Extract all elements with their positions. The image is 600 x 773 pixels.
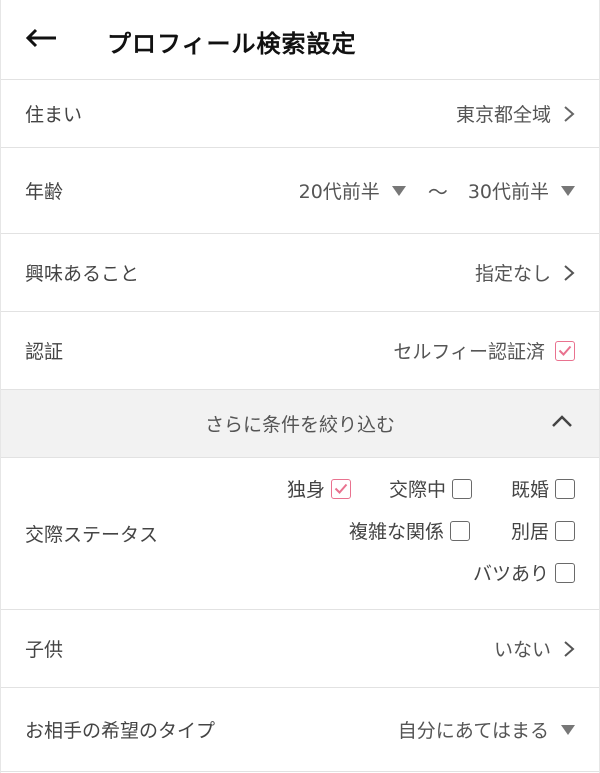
- age-to-select[interactable]: 30代前半: [468, 177, 575, 204]
- children-row[interactable]: 子供 いない: [1, 610, 599, 688]
- interests-row[interactable]: 興味あること 指定なし: [1, 234, 599, 312]
- status-single-checkbox[interactable]: [331, 478, 352, 499]
- chevron-right-icon: [564, 105, 575, 122]
- status-option-dating[interactable]: 交際中: [389, 475, 473, 502]
- status-divorced-checkbox[interactable]: [555, 562, 576, 583]
- chevron-right-icon: [564, 264, 575, 281]
- selfie-verified-checkbox[interactable]: [555, 340, 575, 361]
- check-icon: [558, 345, 572, 356]
- search-settings-screen: プロフィール検索設定 住まい 東京都全域 年齢 20代前半 〜 30代前半 興味…: [0, 0, 600, 773]
- children-value-text: いない: [493, 639, 551, 661]
- status-separated-checkbox[interactable]: [555, 520, 576, 541]
- status-dating-checkbox[interactable]: [452, 478, 473, 499]
- status-option-married[interactable]: 既婚: [511, 475, 576, 502]
- verification-label: 認証: [25, 341, 64, 363]
- preferred-type-row[interactable]: お相手の希望のタイプ 自分にあてはまる: [1, 688, 599, 772]
- status-married-checkbox[interactable]: [555, 478, 576, 499]
- refine-filters-label: さらに条件を絞り込む: [204, 414, 395, 436]
- chevron-right-icon: [564, 640, 575, 657]
- dropdown-triangle-icon: [391, 185, 406, 196]
- status-option-label: バツあり: [473, 563, 550, 585]
- interests-label: 興味あること: [25, 263, 140, 285]
- verification-row: 認証 セルフィー認証済: [1, 312, 599, 390]
- status-option-label: 別居: [511, 521, 550, 543]
- children-value: いない: [494, 635, 575, 662]
- age-range: 20代前半 〜 30代前半: [299, 176, 575, 205]
- residence-value: 東京都全域: [456, 100, 575, 127]
- age-to-value: 30代前半: [467, 181, 549, 203]
- age-from-select[interactable]: 20代前半: [299, 177, 406, 204]
- status-option-label: 独身: [287, 479, 326, 501]
- residence-label: 住まい: [25, 104, 83, 126]
- status-option-complicated[interactable]: 複雑な関係: [349, 517, 471, 544]
- selfie-verified-option[interactable]: セルフィー認証済: [393, 337, 575, 364]
- status-option-separated[interactable]: 別居: [511, 517, 576, 544]
- status-option-divorced[interactable]: バツあり: [473, 559, 576, 586]
- residence-row[interactable]: 住まい 東京都全域: [1, 80, 599, 148]
- page-title: プロフィール検索設定: [107, 30, 357, 58]
- preferred-type-select[interactable]: 自分にあてはまる: [398, 716, 575, 743]
- chevron-up-icon: [552, 415, 572, 427]
- interests-value-text: 指定なし: [474, 263, 551, 285]
- status-option-single[interactable]: 独身: [287, 475, 352, 502]
- selfie-verified-label: セルフィー認証済: [393, 341, 545, 363]
- age-row: 年齢 20代前半 〜 30代前半: [1, 148, 599, 234]
- refine-filters-toggle[interactable]: さらに条件を絞り込む: [1, 390, 599, 458]
- preferred-type-value: 自分にあてはまる: [397, 720, 549, 742]
- status-option-label: 交際中: [389, 479, 447, 501]
- arrow-left-icon: [25, 28, 56, 48]
- age-label: 年齢: [25, 181, 64, 203]
- back-button[interactable]: [25, 20, 65, 56]
- relationship-status-row: 交際ステータス 独身 交際中 既婚 複雑な関係 別居 バツあり: [1, 458, 599, 610]
- age-separator: 〜: [427, 180, 448, 204]
- check-icon: [334, 483, 348, 494]
- children-label: 子供: [25, 639, 64, 661]
- residence-value-text: 東京都全域: [455, 104, 551, 126]
- app-header: プロフィール検索設定: [1, 0, 599, 80]
- dropdown-triangle-icon: [561, 724, 575, 735]
- dropdown-triangle-icon: [561, 185, 575, 196]
- status-complicated-checkbox[interactable]: [450, 520, 471, 541]
- status-option-label: 複雑な関係: [349, 521, 445, 543]
- preferred-type-label: お相手の希望のタイプ: [25, 720, 216, 742]
- relationship-status-label: 交際ステータス: [25, 524, 159, 546]
- interests-value: 指定なし: [475, 259, 575, 286]
- age-from-value: 20代前半: [298, 181, 380, 203]
- status-option-label: 既婚: [511, 479, 550, 501]
